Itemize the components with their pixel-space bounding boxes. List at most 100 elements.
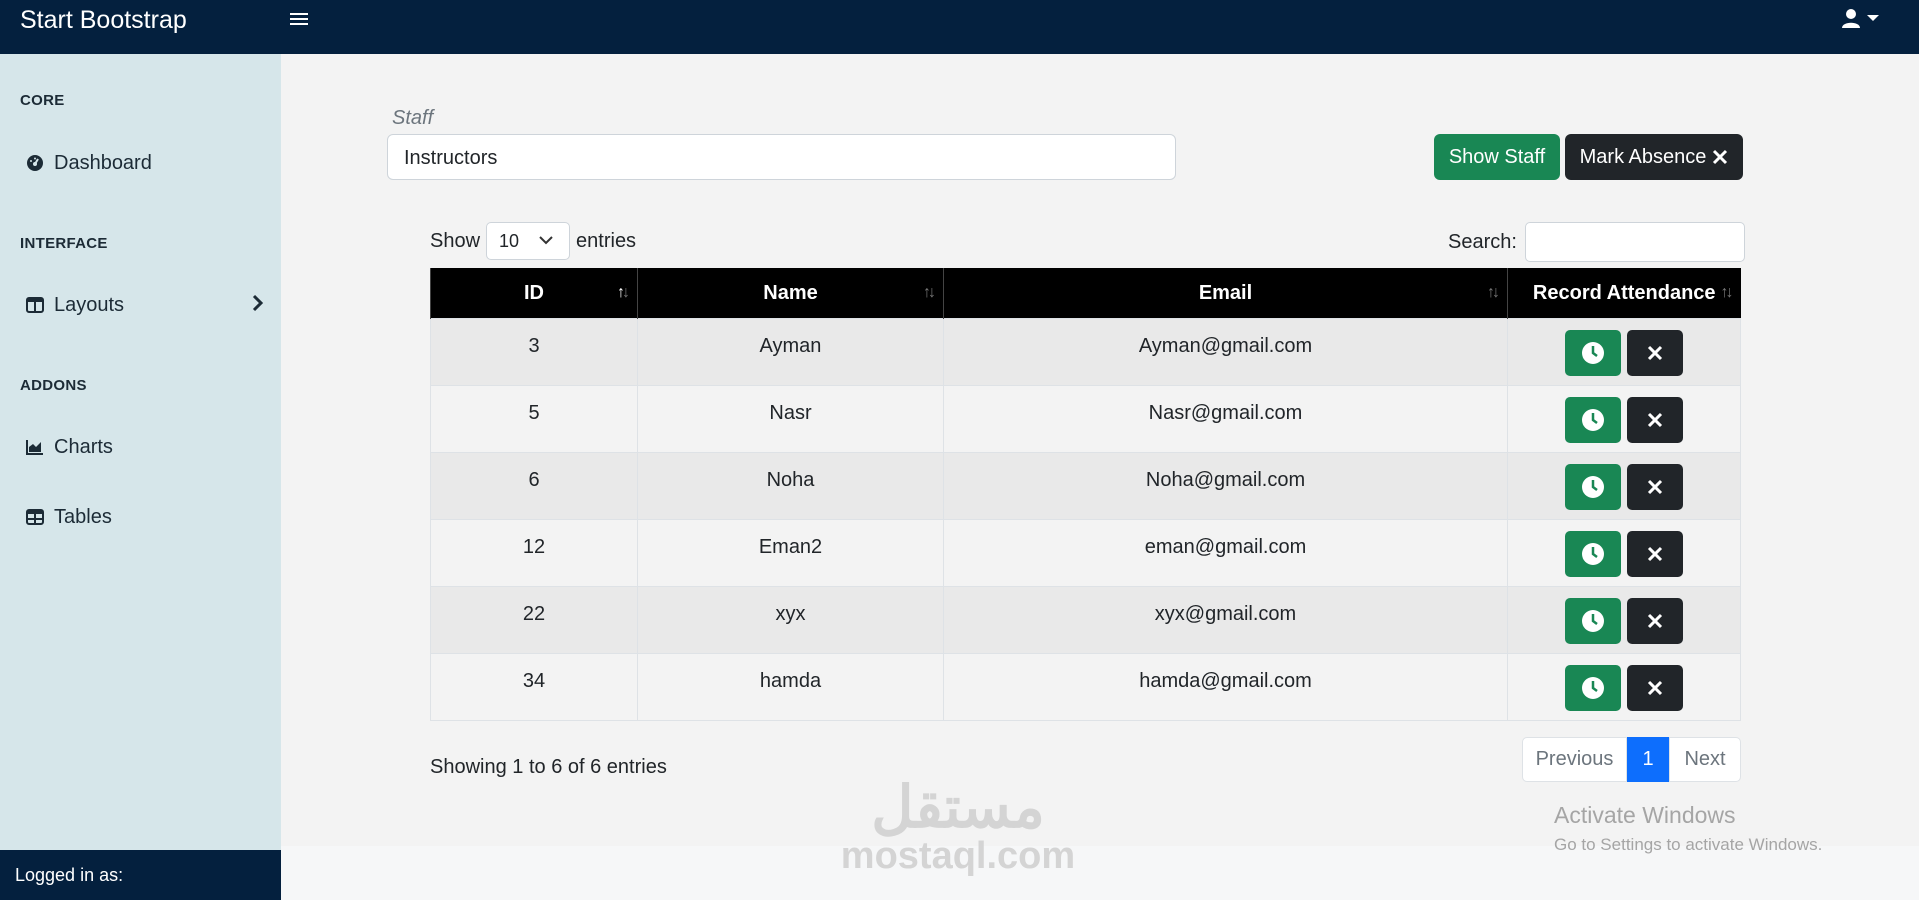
cell-actions: [1507, 318, 1741, 386]
close-icon: [1647, 613, 1663, 629]
cell-email: Nasr@gmail.com: [943, 385, 1508, 453]
cell-email: xyx@gmail.com: [943, 586, 1508, 654]
close-icon: [1647, 345, 1663, 361]
mostaql-watermark: مستقل mostaql.com: [840, 775, 1076, 877]
cell-name: Nasr: [637, 385, 944, 453]
mark-absent-button[interactable]: [1627, 665, 1683, 711]
table-search: Search:: [1448, 222, 1745, 262]
cell-email: Noha@gmail.com: [943, 452, 1508, 520]
pagination-page[interactable]: 1: [1627, 737, 1669, 782]
staff-type-select[interactable]: Instructors: [387, 134, 1176, 180]
search-input[interactable]: [1524, 222, 1745, 262]
table-row: 5 Nasr Nasr@gmail.com: [430, 385, 1741, 453]
entries-per-page-select[interactable]: 10: [486, 222, 571, 260]
logged-in-label: Logged in as:: [15, 865, 124, 885]
sidebar-footer: Logged in as:: [0, 850, 281, 900]
chevron-down-icon: [1867, 15, 1879, 21]
clock-icon: [1582, 677, 1604, 699]
cell-actions: [1507, 385, 1741, 453]
clock-icon: [1582, 543, 1604, 565]
record-attendance-button[interactable]: [1565, 330, 1621, 376]
cell-id: 5: [430, 385, 638, 453]
sidebar-item-charts[interactable]: Charts: [24, 432, 264, 462]
sidebar-toggle-icon[interactable]: [290, 10, 308, 30]
clock-icon: [1582, 342, 1604, 364]
watermark-arabic: مستقل: [871, 775, 1045, 840]
column-header-id[interactable]: ID ↑↓: [430, 268, 638, 319]
navbar-brand[interactable]: Start Bootstrap: [20, 6, 187, 35]
cell-email: hamda@gmail.com: [943, 653, 1508, 721]
mark-absence-button[interactable]: Mark Absence: [1565, 134, 1743, 180]
column-header-email[interactable]: Email ↑↓: [943, 268, 1508, 319]
cell-name: Ayman: [637, 318, 944, 386]
staff-table: ID ↑↓ Name ↑↓ Email ↑↓ Record Attendance…: [430, 268, 1741, 721]
mark-absent-button[interactable]: [1627, 397, 1683, 443]
pagination-next[interactable]: Next: [1669, 737, 1741, 782]
record-attendance-button[interactable]: [1565, 531, 1621, 577]
sidebar-item-layouts[interactable]: Layouts: [24, 290, 264, 320]
cell-name: Noha: [637, 452, 944, 520]
tachometer-icon: [24, 152, 46, 174]
mark-absence-label: Mark Absence: [1579, 145, 1707, 168]
clock-icon: [1582, 610, 1604, 632]
columns-icon: [24, 294, 46, 316]
watermark-english: mostaql.com: [840, 835, 1076, 877]
mark-absent-button[interactable]: [1627, 464, 1683, 510]
sidebar-item-dashboard[interactable]: Dashboard: [24, 148, 264, 178]
cell-name: Eman2: [637, 519, 944, 587]
close-icon: [1647, 680, 1663, 696]
cell-actions: [1507, 586, 1741, 654]
mark-absent-button[interactable]: [1627, 531, 1683, 577]
user-icon: [1842, 9, 1860, 28]
sidebar-item-label: Dashboard: [54, 151, 152, 174]
table-row: 22 xyx xyx@gmail.com: [430, 586, 1741, 654]
sidebar-item-label: Charts: [54, 435, 113, 458]
cell-id: 6: [430, 452, 638, 520]
user-menu[interactable]: [1841, 8, 1879, 28]
record-attendance-button[interactable]: [1565, 598, 1621, 644]
top-navbar: Start Bootstrap: [0, 0, 1919, 54]
staff-label: Staff: [392, 107, 434, 129]
column-header-name[interactable]: Name ↑↓: [637, 268, 944, 319]
table-row: 6 Noha Noha@gmail.com: [430, 452, 1741, 520]
sort-icon: ↑↓: [617, 284, 630, 301]
pagination-previous[interactable]: Previous: [1522, 737, 1627, 782]
record-attendance-button[interactable]: [1565, 397, 1621, 443]
cell-name: xyx: [637, 586, 944, 654]
chart-area-icon: [24, 436, 46, 458]
pagination: Previous 1 Next: [1522, 737, 1741, 782]
cell-name: hamda: [637, 653, 944, 721]
search-label: Search:: [1448, 230, 1517, 253]
sidebar-item-label: Tables: [54, 505, 112, 528]
mark-absent-button[interactable]: [1627, 330, 1683, 376]
mark-absent-button[interactable]: [1627, 598, 1683, 644]
sort-icon: ↑↓: [1487, 284, 1500, 301]
record-attendance-button[interactable]: [1565, 464, 1621, 510]
cell-id: 22: [430, 586, 638, 654]
clock-icon: [1582, 409, 1604, 431]
sidebar-item-tables[interactable]: Tables: [24, 502, 264, 532]
cell-actions: [1507, 653, 1741, 721]
close-icon: [1647, 479, 1663, 495]
close-icon: [1713, 149, 1728, 165]
clock-icon: [1582, 476, 1604, 498]
column-header-record-attendance[interactable]: Record Attendance ↑↓: [1507, 268, 1741, 319]
cell-id: 3: [430, 318, 638, 386]
cell-actions: [1507, 519, 1741, 587]
table-row: 12 Eman2 eman@gmail.com: [430, 519, 1741, 587]
sidebar-heading-core: CORE: [20, 92, 65, 109]
record-attendance-button[interactable]: [1565, 665, 1621, 711]
sort-icon: ↑↓: [1720, 284, 1734, 301]
sidebar-heading-interface: INTERFACE: [20, 235, 108, 252]
chevron-right-icon: [252, 294, 264, 318]
cell-id: 12: [430, 519, 638, 587]
chevron-down-icon: [539, 236, 553, 245]
show-staff-button[interactable]: Show Staff: [1434, 134, 1560, 180]
cell-email: Ayman@gmail.com: [943, 318, 1508, 386]
sidebar: CORE Dashboard INTERFACE Layouts ADDONS …: [0, 54, 281, 900]
cell-email: eman@gmail.com: [943, 519, 1508, 587]
entries-length-control: Show 10 entries: [430, 222, 636, 260]
activate-subtitle: Go to Settings to activate Windows.: [1554, 835, 1823, 854]
table-icon: [24, 506, 46, 528]
table-info: Showing 1 to 6 of 6 entries: [430, 756, 667, 778]
